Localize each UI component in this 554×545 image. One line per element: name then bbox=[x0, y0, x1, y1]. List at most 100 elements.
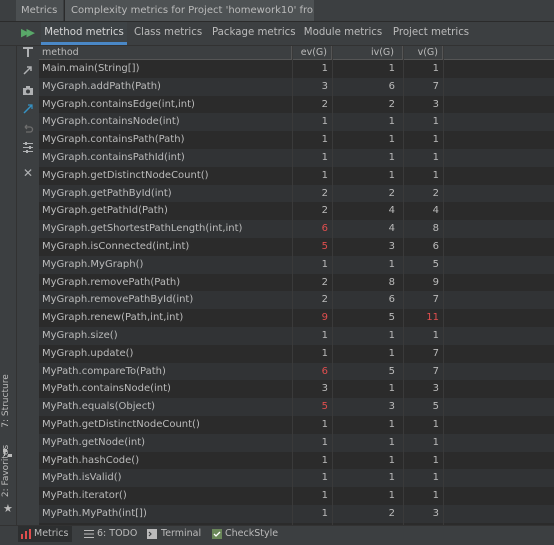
column-header-ev[interactable]: ev(G) bbox=[292, 46, 332, 59]
settings-icon[interactable] bbox=[17, 141, 39, 159]
iv-cell: 1 bbox=[388, 258, 395, 270]
table-row[interactable]: MyGraph.removePath(Path) 2 8 9 bbox=[39, 273, 554, 292]
ev-cell: 1 bbox=[321, 454, 328, 466]
iv-cell: 1 bbox=[388, 347, 395, 359]
metrics-tab-bar: ▶▶ Method metrics Class metrics Package … bbox=[0, 22, 554, 46]
iv-cell: 5 bbox=[388, 312, 395, 324]
table-row[interactable]: MyGraph.size() 1 1 1 bbox=[39, 327, 554, 345]
v-cell: 6 bbox=[432, 241, 439, 252]
table-row[interactable]: MyPath.getNode(int) 1 1 1 bbox=[39, 433, 554, 452]
method-cell: MyGraph.addPath(Path) bbox=[42, 80, 161, 92]
table-row[interactable]: MyPath.containsNode(int) 3 1 3 bbox=[39, 380, 554, 399]
method-cell: MyPath.containsNode(int) bbox=[42, 383, 171, 395]
column-divider bbox=[443, 46, 444, 525]
v-cell: 7 bbox=[432, 294, 439, 306]
table-row[interactable]: MyGraph.getDistinctNodeCount() 1 1 1 bbox=[39, 166, 554, 185]
table-row[interactable]: MyGraph.getPathById(int) 2 2 2 bbox=[39, 184, 554, 203]
ev-cell: 1 bbox=[321, 436, 328, 448]
table-row[interactable]: MyGraph.update() 1 1 7 bbox=[39, 344, 554, 363]
results-tab[interactable]: Complexity metrics for Project 'homework… bbox=[64, 0, 314, 21]
table-row[interactable]: MyGraph.addPath(Path) 3 6 7 bbox=[39, 77, 554, 96]
method-cell: MyGraph.getDistinctNodeCount() bbox=[42, 169, 209, 181]
method-cell: MyGraph.containsPathId(int) bbox=[42, 152, 185, 163]
table-row[interactable]: MyGraph.getShortestPathLength(int,int) 6 4… bbox=[39, 220, 554, 238]
metrics-label: Metrics bbox=[34, 528, 69, 539]
todo-icon bbox=[84, 529, 94, 545]
table-row[interactable]: MyGraph.renew(Path,int,int) 9 5 11 bbox=[39, 309, 554, 327]
v-cell: 11 bbox=[426, 312, 439, 324]
table-row[interactable]: MyGraph.getPathId(Path) 2 4 4 bbox=[39, 202, 554, 221]
ev-cell: 1 bbox=[321, 63, 328, 74]
table-row[interactable]: MyPath.equals(Object) 5 3 5 bbox=[39, 398, 554, 416]
checkstyle-tool-button[interactable]: CheckStyle bbox=[212, 526, 278, 542]
table-row[interactable]: MyGraph.containsPathId(int) 1 1 1 bbox=[39, 149, 554, 167]
ev-cell: 2 bbox=[321, 187, 328, 199]
tab-package-metrics[interactable]: Package metrics bbox=[212, 22, 296, 45]
table-row[interactable]: MyGraph.containsEdge(int,int) 2 2 3 bbox=[39, 95, 554, 114]
bottom-tool-bar: Metrics 6: TODO Terminal CheckStyle bbox=[0, 525, 554, 542]
v-cell: 4 bbox=[432, 205, 439, 217]
iv-cell: 2 bbox=[388, 98, 395, 110]
v-cell: 9 bbox=[432, 276, 439, 288]
v-cell: 7 bbox=[432, 347, 439, 359]
method-cell: MyPath.isValid() bbox=[42, 472, 122, 484]
table-row[interactable]: MyPath.iterator() 1 1 1 bbox=[39, 487, 554, 505]
iv-cell: 5 bbox=[388, 365, 395, 377]
v-cell: 1 bbox=[432, 330, 439, 341]
tab-method-metrics[interactable]: Method metrics bbox=[41, 22, 127, 45]
structure-label: 7: Structure bbox=[1, 374, 11, 428]
table-row[interactable]: MyGraph.containsNode(int) 1 1 1 bbox=[39, 113, 554, 132]
v-cell: 1 bbox=[432, 63, 439, 74]
table-row[interactable]: MyPath.MyPath(int[]) 1 2 3 bbox=[39, 505, 554, 523]
method-cell: MyGraph.getPathById(int) bbox=[42, 187, 172, 199]
v-cell: 7 bbox=[432, 80, 439, 92]
ev-cell: 1 bbox=[321, 347, 328, 359]
tab-project-metrics[interactable]: Project metrics bbox=[392, 22, 470, 45]
column-header-iv[interactable]: iv(G) bbox=[332, 46, 403, 59]
favorites-tool-button[interactable]: 2: Favorites bbox=[1, 433, 15, 509]
ev-cell: 1 bbox=[321, 472, 328, 484]
undo-icon[interactable] bbox=[17, 122, 39, 140]
v-cell: 1 bbox=[432, 152, 439, 163]
iv-cell: 1 bbox=[388, 152, 395, 163]
terminal-label: Terminal bbox=[161, 528, 202, 539]
column-header-method[interactable]: method bbox=[39, 46, 292, 59]
run-icon[interactable]: ▶▶ bbox=[21, 26, 35, 39]
todo-tool-button[interactable]: 6: TODO bbox=[84, 526, 139, 542]
table-row[interactable]: MyPath.compareTo(Path) 6 5 7 bbox=[39, 362, 554, 381]
column-header-v[interactable]: v(G) bbox=[403, 46, 443, 59]
export-icon[interactable] bbox=[17, 64, 39, 82]
pin-icon[interactable] bbox=[17, 46, 39, 64]
compare-icon[interactable] bbox=[17, 103, 39, 121]
tab-class-metrics[interactable]: Class metrics bbox=[134, 22, 202, 45]
table-row[interactable]: MyPath.hashCode() 1 1 1 bbox=[39, 451, 554, 470]
close-icon[interactable]: ✕ bbox=[17, 164, 39, 182]
v-cell: 1 bbox=[432, 116, 439, 128]
ev-cell: 3 bbox=[321, 80, 328, 92]
tool-window-header: Metrics Complexity metrics for Project '… bbox=[0, 0, 554, 22]
metrics-tool-button[interactable]: Metrics bbox=[18, 526, 72, 542]
v-cell: 1 bbox=[432, 490, 439, 502]
tab-module-metrics[interactable]: Module metrics bbox=[302, 22, 384, 45]
v-cell: 1 bbox=[432, 169, 439, 181]
table-row[interactable]: MyPath.getDistinctNodeCount() 1 1 1 bbox=[39, 416, 554, 434]
ev-cell: 1 bbox=[321, 419, 328, 430]
tool-window-title[interactable]: Metrics bbox=[16, 0, 63, 21]
terminal-icon bbox=[147, 529, 157, 545]
structure-tool-button[interactable]: 7: Structure bbox=[1, 363, 15, 439]
table-row[interactable]: MyGraph.removePathById(int) 2 6 7 bbox=[39, 291, 554, 310]
terminal-tool-button[interactable]: Terminal bbox=[147, 526, 205, 542]
table-row[interactable]: MyGraph.MyGraph() 1 1 5 bbox=[39, 255, 554, 274]
method-cell: MyPath.hashCode() bbox=[42, 454, 140, 466]
v-cell: 3 bbox=[432, 508, 439, 519]
table-row[interactable]: Main.main(String[]) 1 1 1 bbox=[39, 60, 554, 78]
camera-icon[interactable] bbox=[17, 84, 39, 102]
method-cell: MyGraph.containsNode(int) bbox=[42, 116, 180, 128]
table-row[interactable]: MyGraph.isConnected(int,int) 5 3 6 bbox=[39, 238, 554, 256]
table-row[interactable]: MyPath.isValid() 1 1 1 bbox=[39, 469, 554, 488]
iv-cell: 1 bbox=[388, 134, 395, 146]
table-row[interactable]: MyGraph.containsPath(Path) 1 1 1 bbox=[39, 131, 554, 149]
ev-cell: 2 bbox=[321, 294, 328, 306]
ev-cell: 1 bbox=[321, 116, 328, 128]
v-cell: 8 bbox=[432, 223, 439, 235]
